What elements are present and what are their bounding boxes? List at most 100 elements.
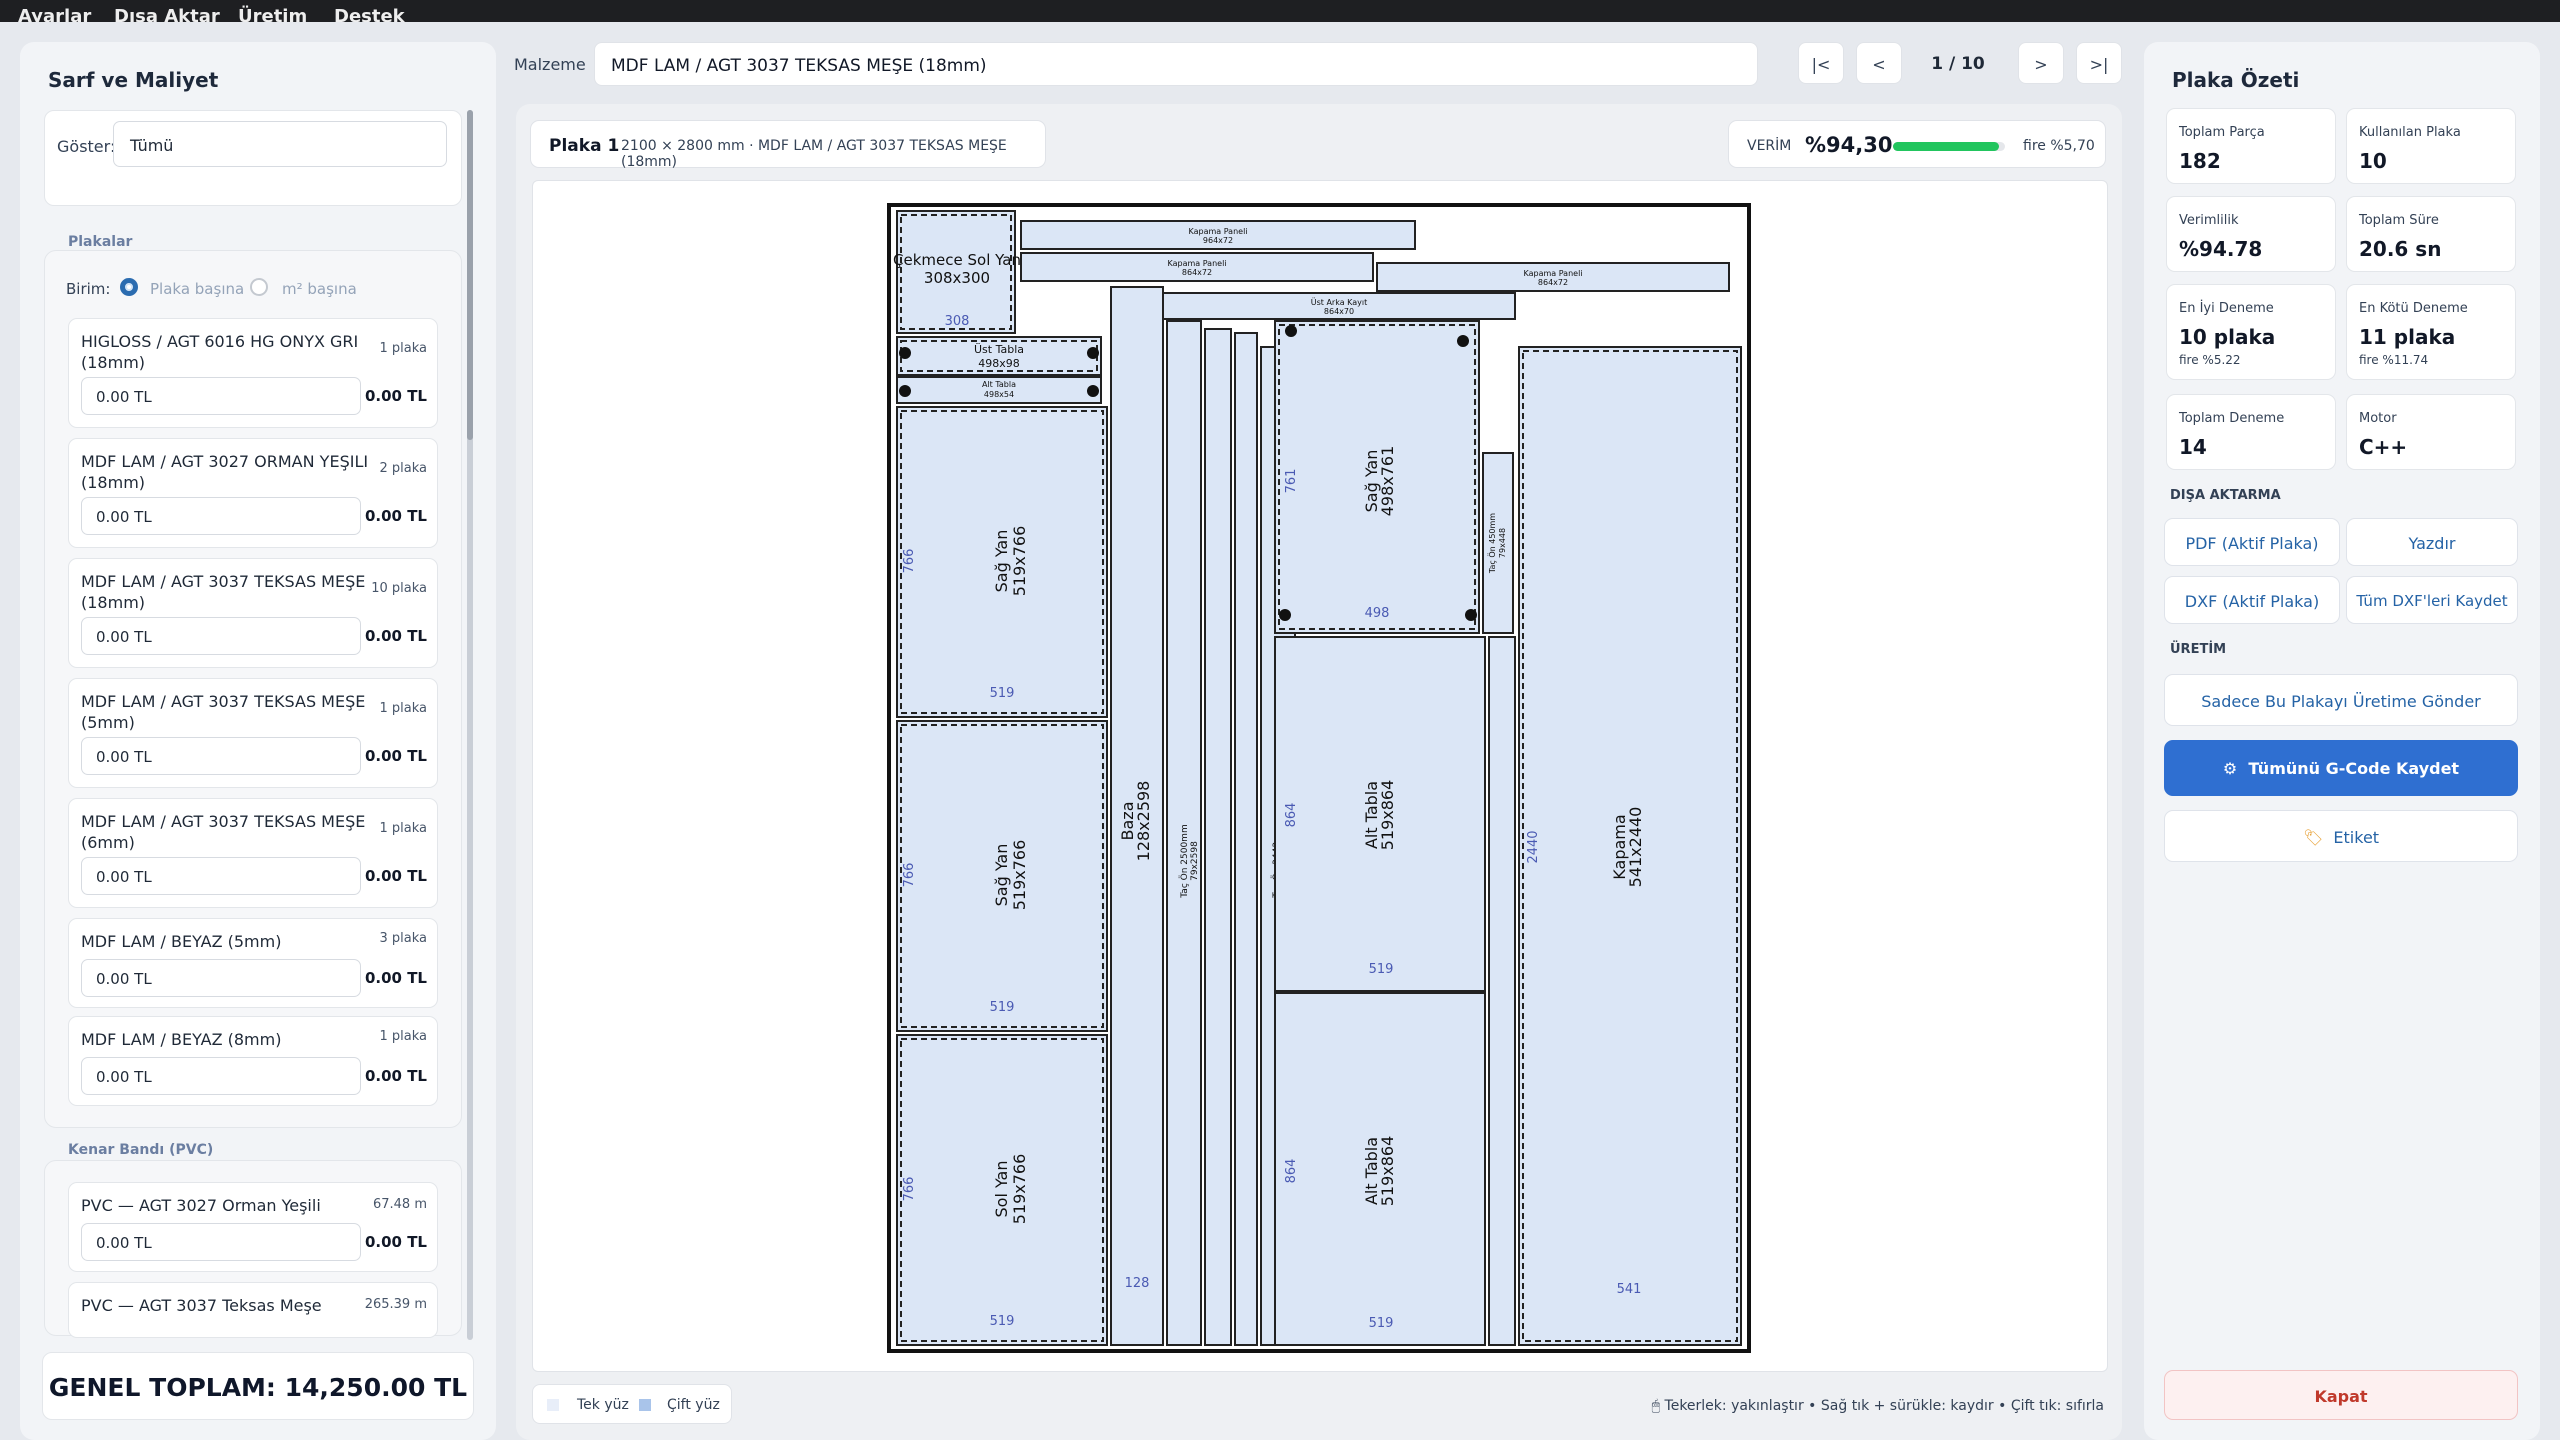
- hint-pan: Sağ tık + sürükle: kaydır: [1820, 1398, 1994, 1414]
- legend: Tek yüz Çift yüz: [532, 1384, 732, 1424]
- material-total: 0.00 TL: [364, 1067, 427, 1085]
- unit-radio-per-plate[interactable]: [120, 278, 138, 296]
- material-item: MDF LAM / BEYAZ (8mm) 1 plaka 0.00 TL 0.…: [68, 1016, 438, 1106]
- edge-price-input[interactable]: 0.00 TL: [81, 1223, 361, 1261]
- svg-text:519: 519: [1369, 1316, 1394, 1331]
- svg-text:519x864: 519x864: [1378, 780, 1397, 851]
- svg-text:498x98: 498x98: [978, 357, 1020, 370]
- edge-item: PVC — AGT 3037 Teksas Meşe 265.39 m: [68, 1282, 438, 1338]
- svg-text:864: 864: [1284, 803, 1299, 828]
- export-section-title: DIŞA AKTARMA: [2170, 488, 2281, 503]
- svg-text:Sağ Yan: Sağ Yan: [992, 844, 1011, 907]
- piece-bottom-shelf: Alt Tabla 519x864 864 519: [1274, 636, 1486, 992]
- cutting-layout[interactable]: Çekmece Sol Yan 308x300 308 Kapama Panel…: [533, 181, 2109, 1373]
- svg-text:Kapama Paneli: Kapama Paneli: [1523, 269, 1582, 278]
- dxf-export-button[interactable]: DXF (Aktif Plaka): [2164, 576, 2340, 624]
- svg-text:761: 761: [1284, 469, 1299, 494]
- piece-crown-strip: [1204, 328, 1232, 1346]
- svg-text:519x864: 519x864: [1378, 1136, 1397, 1207]
- material-count: 10 plaka: [371, 581, 427, 596]
- edge-name: PVC — AGT 3037 Teksas Meşe: [81, 1296, 322, 1315]
- hint-reset: Çift tık: sıfırla: [2010, 1398, 2104, 1414]
- material-item: MDF LAM / BEYAZ (5mm) 3 plaka 0.00 TL 0.…: [68, 918, 438, 1008]
- material-select[interactable]: MDF LAM / AGT 3037 TEKSAS MEŞE (18mm): [594, 42, 1758, 86]
- menu-item-settings[interactable]: Ayarlar: [18, 6, 91, 22]
- menu-item-support[interactable]: Destek: [334, 6, 405, 22]
- piece-cover: Kapama 541x2440 2440 541: [1518, 346, 1742, 1346]
- save-all-dxf-button[interactable]: Tüm DXF'leri Kaydet: [2346, 576, 2518, 624]
- edge-length: 265.39 m: [364, 1297, 427, 1312]
- page-indicator: 1 / 10: [1931, 54, 1985, 74]
- svg-text:Kapama Paneli: Kapama Paneli: [1167, 259, 1226, 268]
- legend-double-side: Çift yüz: [667, 1397, 720, 1413]
- material-price-input[interactable]: 0.00 TL: [81, 377, 361, 415]
- svg-text:128: 128: [1125, 1276, 1150, 1291]
- svg-text:519: 519: [990, 686, 1015, 701]
- svg-text:864x70: 864x70: [1324, 307, 1354, 316]
- material-price-input[interactable]: 0.00 TL: [81, 617, 361, 655]
- svg-text:519: 519: [990, 1000, 1015, 1015]
- filter-select[interactable]: Tümü: [113, 121, 447, 167]
- svg-text:Taç Ön 450mm: Taç Ön 450mm: [1487, 513, 1497, 574]
- menu-item-export[interactable]: Dışa Aktar: [114, 6, 220, 22]
- piece-top-shelf: Üst Tabla 498x98: [896, 336, 1102, 376]
- material-price-input[interactable]: 0.00 TL: [81, 497, 361, 535]
- stat-engine: Motor C++: [2346, 394, 2516, 470]
- mouse-icon: 🖱: [1651, 1398, 1661, 1414]
- piece-right-side: Sağ Yan 519x766 766 519: [896, 720, 1108, 1032]
- piece-bottom-shelf: Alt Tabla 519x864 864 519: [1274, 992, 1486, 1346]
- piece-cover-panel: Kapama Paneli 964x72: [1020, 220, 1416, 250]
- stat-total-attempts: Toplam Deneme 14: [2166, 394, 2336, 470]
- material-count: 2 plaka: [379, 461, 428, 476]
- svg-text:498x54: 498x54: [984, 390, 1014, 399]
- svg-text:519: 519: [1369, 962, 1394, 977]
- yield-label: VERİM: [1747, 138, 1792, 154]
- edge-length: 67.48 m: [372, 1197, 427, 1212]
- material-item: MDF LAM / AGT 3037 TEKSAS MEŞE (5mm) 1 p…: [68, 678, 438, 788]
- menu-item-production[interactable]: Üretim: [238, 6, 307, 22]
- svg-text:128x2598: 128x2598: [1134, 781, 1153, 862]
- svg-text:541: 541: [1617, 1282, 1642, 1297]
- print-button[interactable]: Yazdır: [2346, 518, 2518, 566]
- material-total: 0.00 TL: [364, 507, 427, 525]
- save-all-gcode-button[interactable]: ⚙ Tümünü G-Code Kaydet: [2164, 740, 2518, 796]
- double-side-swatch: [639, 1399, 651, 1411]
- material-name: MDF LAM / BEYAZ (5mm): [81, 932, 282, 951]
- stat-worst-attempt: En Kötü Deneme 11 plaka fire %11.74: [2346, 284, 2516, 380]
- pdf-export-button[interactable]: PDF (Aktif Plaka): [2164, 518, 2340, 566]
- label-button[interactable]: 🏷 Etiket: [2164, 810, 2518, 862]
- piece-plinth: Baza 128x2598 128: [1110, 286, 1164, 1346]
- svg-text:766: 766: [902, 863, 917, 888]
- piece-right-side: Sağ Yan 519x766 766 519: [896, 406, 1108, 718]
- svg-text:864: 864: [1284, 1159, 1299, 1184]
- prev-page-button[interactable]: <: [1856, 42, 1902, 84]
- piece-cover-panel: Kapama Paneli 864x72: [1376, 262, 1730, 292]
- menu-bar: Ayarlar Dışa Aktar Üretim Destek: [0, 0, 2560, 22]
- material-item: MDF LAM / AGT 3037 TEKSAS MEŞE (6mm) 1 p…: [68, 798, 438, 908]
- piece-crown-strip: [1488, 636, 1516, 1346]
- material-price-input[interactable]: 0.00 TL: [81, 857, 361, 895]
- stat-used-plates: Kullanılan Plaka 10: [2346, 108, 2516, 184]
- material-price-input[interactable]: 0.00 TL: [81, 1057, 361, 1095]
- first-page-button[interactable]: |<: [1798, 42, 1844, 84]
- last-page-button[interactable]: >|: [2076, 42, 2122, 84]
- material-price-input[interactable]: 0.00 TL: [81, 959, 361, 997]
- material-label: Malzeme: [514, 55, 586, 74]
- waste-text: fire %5,70: [2023, 138, 2095, 154]
- send-to-production-button[interactable]: Sadece Bu Plakayı Üretime Gönder: [2164, 674, 2518, 726]
- close-button[interactable]: Kapat: [2164, 1370, 2518, 1420]
- next-page-button[interactable]: >: [2018, 42, 2064, 84]
- stat-efficiency: Verimlilik %94.78: [2166, 196, 2336, 272]
- piece-crown-strip: Taç Ön 2500mm 79x2598: [1166, 320, 1202, 1346]
- svg-text:Üst Arka Kayıt: Üst Arka Kayıt: [1311, 297, 1368, 307]
- unit-option-per-m2: m² başına: [282, 280, 357, 298]
- edge-total: 0.00 TL: [364, 1233, 427, 1251]
- material-count: 1 plaka: [379, 1029, 428, 1044]
- piece-left-side: Sol Yan 519x766 766 519: [896, 1034, 1108, 1346]
- sheet-canvas[interactable]: Çekmece Sol Yan 308x300 308 Kapama Panel…: [532, 180, 2108, 1372]
- gear-icon: ⚙: [2222, 759, 2238, 778]
- cost-scrollbar-thumb[interactable]: [467, 110, 473, 440]
- material-price-input[interactable]: 0.00 TL: [81, 737, 361, 775]
- unit-radio-per-m2[interactable]: [250, 278, 268, 296]
- svg-text:498: 498: [1365, 606, 1390, 621]
